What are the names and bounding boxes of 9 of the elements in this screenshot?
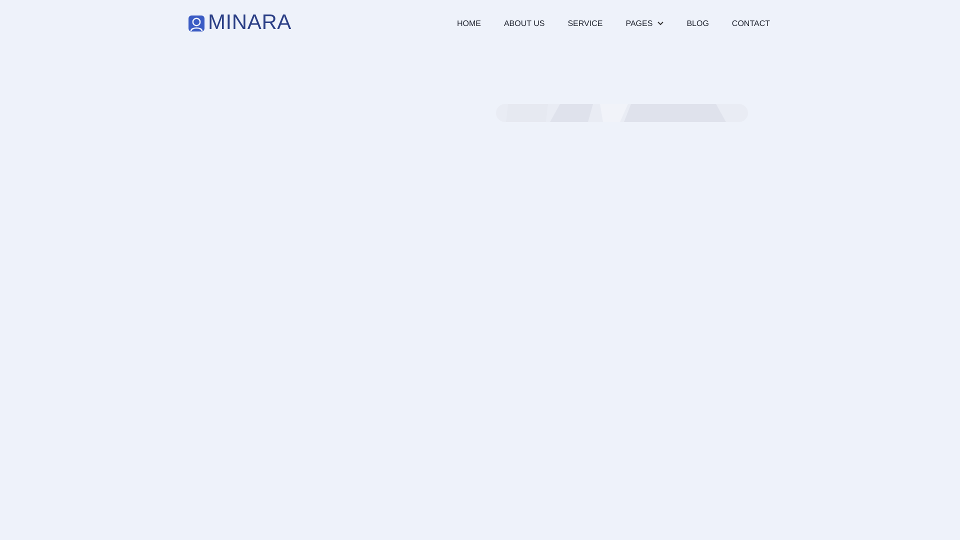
nav-link[interactable]: SERVICE (568, 18, 603, 28)
nav-link[interactable]: CONTACT (732, 18, 770, 28)
nav-link[interactable]: ABOUT US (504, 18, 545, 28)
figure-icon (188, 14, 205, 32)
nav-link[interactable]: BLOG (686, 18, 709, 28)
brand-name[interactable]: MINARA (208, 11, 292, 35)
nav-link[interactable]: HOME (456, 18, 481, 28)
caret-icon (656, 20, 664, 26)
nav-link[interactable]: PAGES (626, 18, 664, 28)
